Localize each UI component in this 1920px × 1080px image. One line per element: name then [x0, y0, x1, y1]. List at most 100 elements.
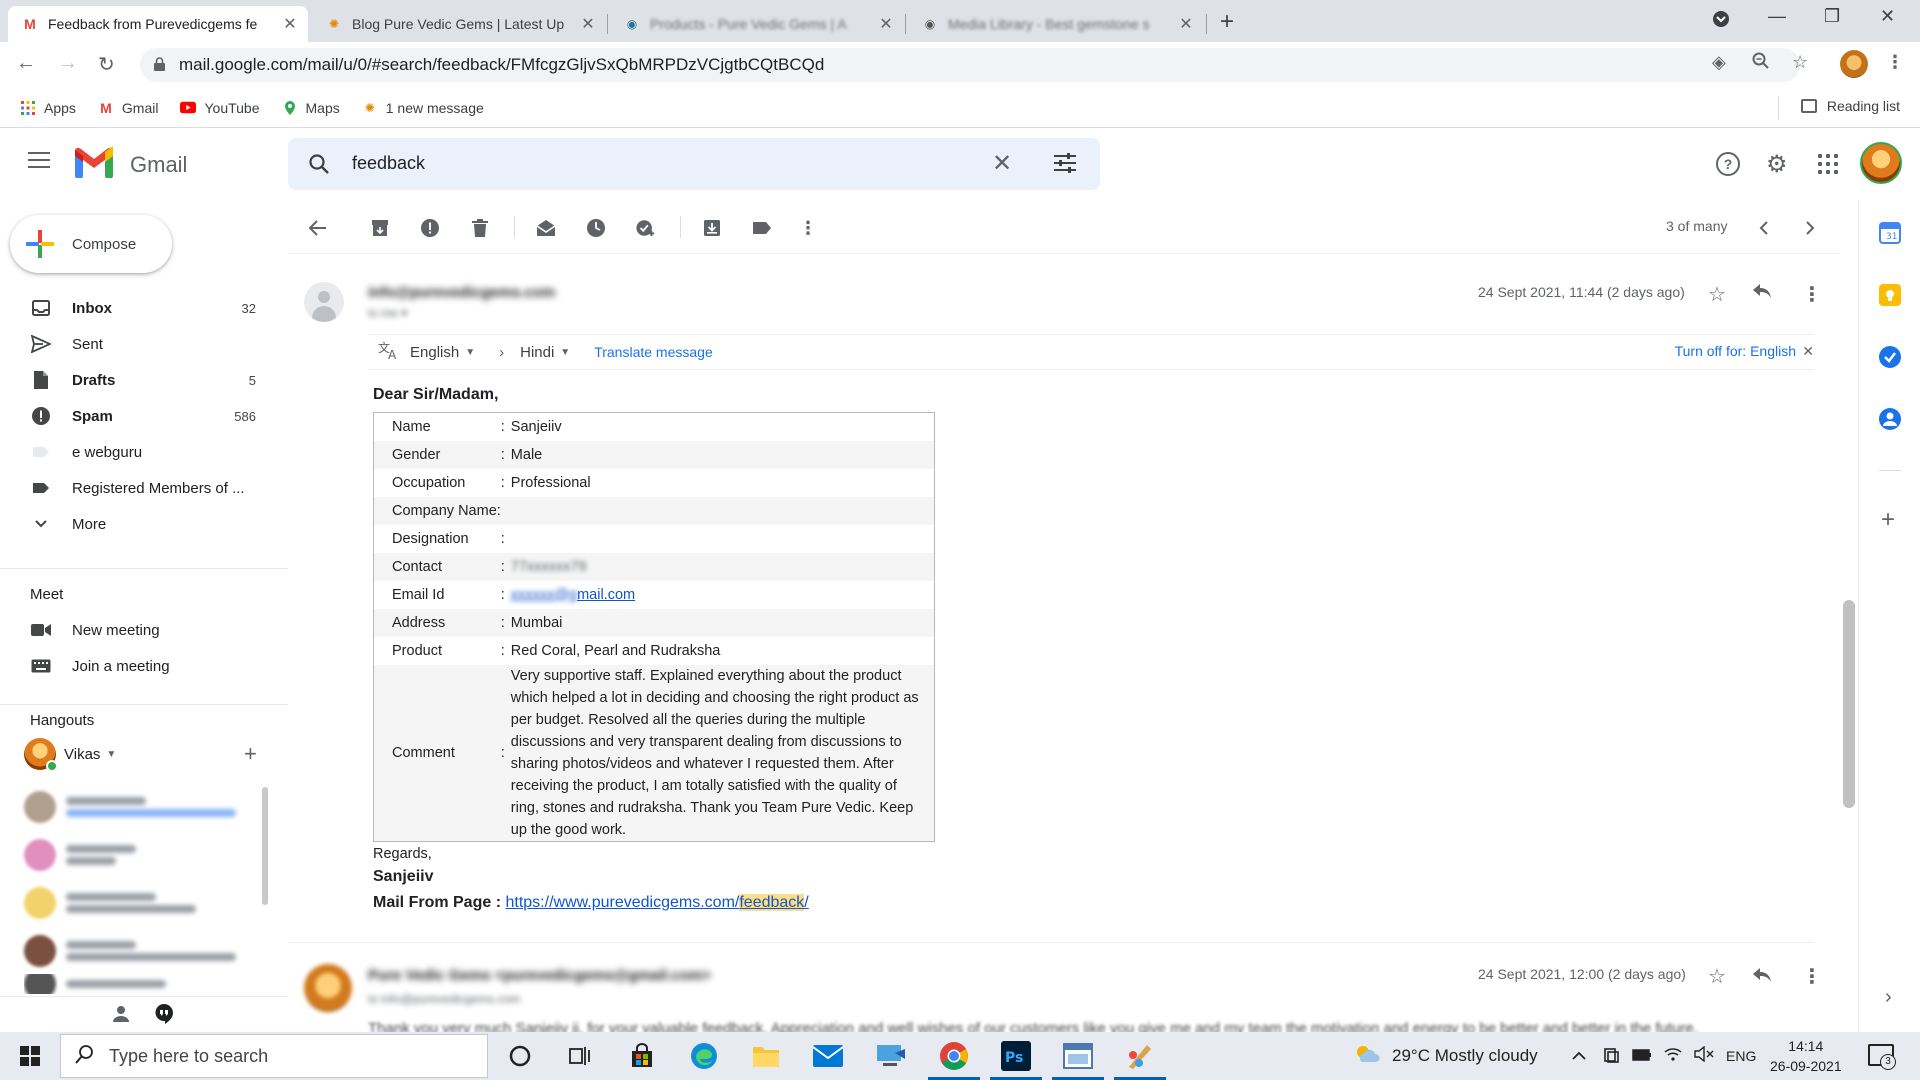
hangout-contact[interactable] [24, 786, 254, 828]
microsoft-store-icon[interactable] [626, 1040, 658, 1072]
report-spam-icon[interactable] [420, 218, 440, 238]
windows-start-icon[interactable] [20, 1046, 40, 1069]
close-icon[interactable]: ✕ [580, 14, 596, 34]
hangouts-chat-icon[interactable] [154, 1003, 174, 1028]
search-icon[interactable] [308, 153, 330, 178]
bookmark-new-message[interactable]: ✺ 1 new message [362, 100, 484, 116]
source-page-link[interactable]: https://www.purevedicgems.com/feedback/ [505, 894, 809, 911]
new-tab-icon[interactable]: + [1220, 8, 1234, 36]
window-close-icon[interactable]: ✕ [1880, 6, 1895, 27]
archive-icon[interactable] [370, 218, 390, 238]
tab-products[interactable]: ◉ Products - Pure Vedic Gems | A ✕ [610, 6, 904, 42]
move-to-icon[interactable] [702, 218, 722, 238]
more-options-icon[interactable]: ⋮ [1802, 964, 1822, 989]
labels-tag-icon[interactable] [752, 218, 772, 238]
tasks-icon[interactable] [1879, 346, 1901, 368]
chevron-up-icon[interactable] [1572, 1046, 1586, 1066]
input-language[interactable]: ENG [1726, 1048, 1756, 1064]
search-bar[interactable]: feedback ✕ [288, 138, 1100, 190]
sender-name-redacted[interactable]: info@purevedicgems.com [368, 284, 555, 301]
tab-gmail-feedback[interactable]: M Feedback from Purevedicgems fe ✕ [8, 6, 308, 42]
contacts-person-icon[interactable] [112, 1005, 130, 1026]
hangout-contact[interactable] [24, 834, 254, 876]
clear-search-icon[interactable]: ✕ [992, 149, 1012, 178]
recipient-line-redacted[interactable]: to me ▾ [368, 306, 407, 320]
google-apps-icon[interactable] [1818, 154, 1838, 174]
snooze-clock-icon[interactable] [586, 218, 606, 238]
star-icon[interactable]: ☆ [1708, 964, 1726, 989]
message-scrollbar[interactable] [1843, 600, 1855, 808]
task-view-icon[interactable] [564, 1040, 596, 1072]
turn-off-translate-link[interactable]: Turn off for: English [1675, 343, 1796, 359]
weather-cloud-icon[interactable] [1354, 1044, 1382, 1069]
reply-icon[interactable] [1752, 966, 1772, 989]
contacts-icon[interactable] [1879, 408, 1901, 430]
sidebar-item-label-registered-members[interactable]: Registered Members of ... [0, 470, 270, 506]
back-arrow-icon[interactable]: ← [16, 52, 36, 75]
chrome-icon[interactable] [928, 1040, 980, 1080]
system-clock[interactable]: 14:14 26-09-2021 [1770, 1036, 1842, 1076]
reload-icon[interactable]: ↻ [98, 52, 115, 77]
hangout-contact[interactable] [24, 882, 254, 924]
maximize-icon[interactable]: ❐ [1824, 6, 1840, 27]
tab-media-library[interactable]: ◉ Media Library - Best gemstone s ✕ [908, 6, 1204, 42]
sidebar-item-drafts[interactable]: Drafts 5 [0, 362, 270, 398]
keep-notes-icon[interactable] [1879, 284, 1901, 306]
tab-blog[interactable]: ✺ Blog Pure Vedic Gems | Latest Up ✕ [312, 6, 606, 42]
bookmark-apps[interactable]: Apps [20, 100, 76, 116]
hangouts-scrollbar[interactable] [262, 787, 268, 905]
close-icon[interactable]: ✕ [878, 14, 894, 34]
eye-icon[interactable]: ◈ [1712, 52, 1726, 73]
main-menu-icon[interactable] [28, 152, 50, 173]
photoshop-icon[interactable]: Ps [990, 1040, 1042, 1080]
recipient-line-redacted[interactable]: to info@purevedicgems.com [368, 992, 520, 1006]
forward-arrow-icon[interactable]: → [58, 52, 78, 75]
star-icon[interactable]: ☆ [1708, 282, 1726, 307]
search-options-icon[interactable] [1054, 153, 1076, 176]
add-contact-icon[interactable]: + [244, 741, 257, 767]
battery-icon[interactable] [1632, 1046, 1652, 1066]
mail-app-icon[interactable] [812, 1040, 844, 1072]
settings-gear-icon[interactable]: ⚙ [1766, 150, 1788, 179]
search-input[interactable]: feedback [352, 153, 425, 174]
minimize-icon[interactable]: — [1768, 6, 1786, 27]
bookmark-youtube[interactable]: YouTube [180, 100, 260, 116]
translate-message-link[interactable]: Translate message [594, 344, 713, 360]
reading-list-button[interactable]: Reading list [1800, 98, 1900, 114]
back-to-list-icon[interactable] [308, 218, 328, 238]
add-to-tasks-icon[interactable] [636, 218, 656, 238]
close-icon[interactable]: ✕ [1178, 14, 1194, 34]
message-preview-redacted[interactable]: Thank you very much Sanjeiiv ji, for you… [368, 1020, 1698, 1032]
volume-muted-icon[interactable] [1694, 1045, 1714, 1067]
close-icon[interactable]: ✕ [1802, 343, 1814, 360]
more-options-icon[interactable]: ⋮ [798, 218, 818, 238]
calendar-icon[interactable]: 31 [1879, 222, 1901, 244]
reply-icon[interactable] [1752, 282, 1772, 305]
cortana-icon[interactable] [504, 1040, 536, 1072]
help-icon[interactable]: ? [1716, 152, 1740, 176]
file-explorer-icon[interactable] [750, 1040, 782, 1072]
meet-now-icon[interactable] [1604, 1046, 1620, 1069]
window-app-icon[interactable] [1052, 1040, 1104, 1080]
add-addon-icon[interactable]: + [1881, 506, 1895, 534]
taskbar-search-input[interactable]: Type here to search [60, 1034, 488, 1078]
gmail-logo-icon[interactable] [74, 146, 114, 178]
sidebar-item-more[interactable]: More [0, 506, 270, 542]
remote-desktop-icon[interactable] [874, 1040, 906, 1072]
chevron-right-icon[interactable] [1800, 218, 1820, 238]
close-icon[interactable]: ✕ [282, 14, 298, 34]
bookmark-gmail[interactable]: M Gmail [98, 100, 158, 116]
sidebar-item-label-e-webguru[interactable]: e webguru [0, 434, 270, 470]
sender-avatar[interactable] [304, 964, 352, 1012]
chevron-left-icon[interactable] [1754, 218, 1774, 238]
more-options-icon[interactable]: ⋮ [1802, 282, 1822, 307]
account-avatar[interactable] [1860, 142, 1902, 184]
hangout-contact[interactable] [24, 930, 254, 972]
hangouts-user[interactable]: Vikas ▼ [24, 738, 116, 772]
sidebar-item-spam[interactable]: Spam 586 [0, 398, 270, 434]
email-link[interactable]: xxxxxx@gmail.com [511, 587, 635, 603]
weather-text[interactable]: 29°C Mostly cloudy [1392, 1046, 1538, 1066]
join-meeting-button[interactable]: Join a meeting [0, 648, 270, 684]
source-language-dropdown[interactable]: English ▼ [410, 344, 475, 361]
zoom-icon[interactable] [1752, 52, 1770, 75]
